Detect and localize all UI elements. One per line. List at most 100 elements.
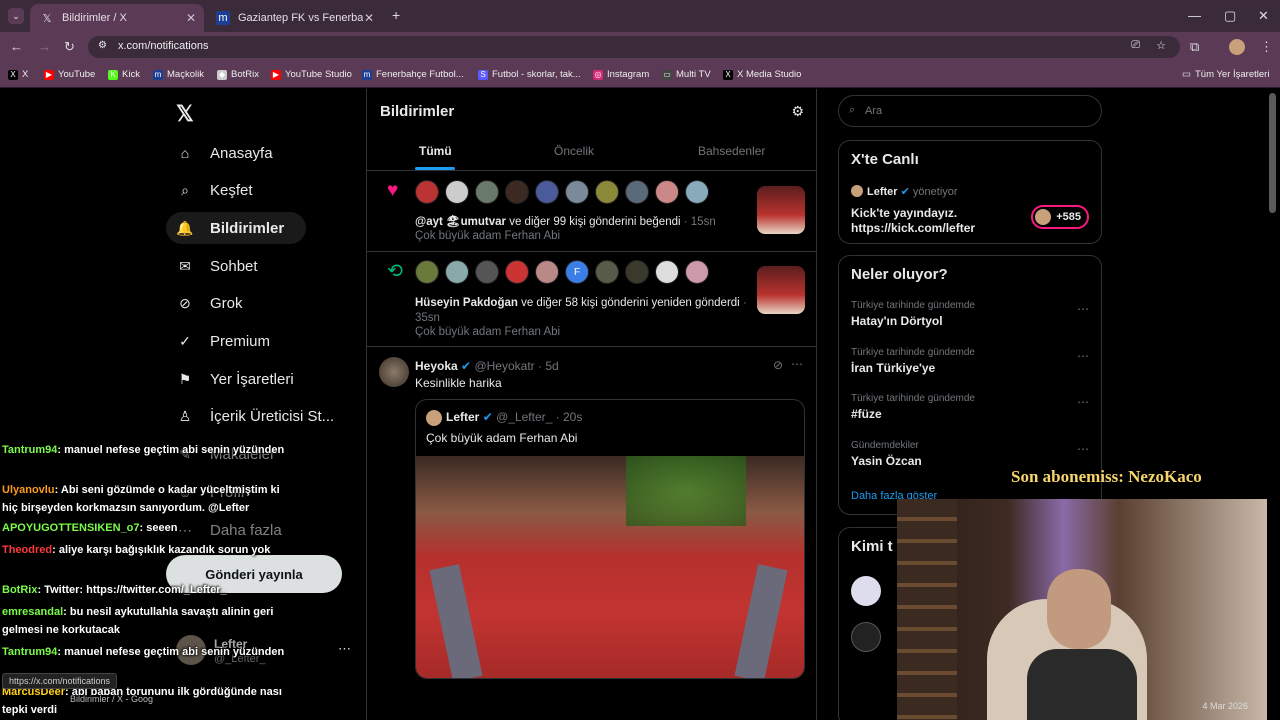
bookmark-item[interactable]: m Maçkolik <box>153 69 204 80</box>
grok-icon[interactable]: ⊘ <box>773 358 783 372</box>
nav-item-1[interactable]: ⌂ Anasayfa <box>166 137 283 169</box>
avatar[interactable] <box>625 180 649 204</box>
taskbar-item[interactable]: Bildirimler / X - Goog <box>70 694 153 704</box>
new-tab-button[interactable]: + <box>392 7 400 23</box>
author-handle[interactable]: @_Lefter_ <box>496 410 552 424</box>
avatar[interactable] <box>851 622 881 652</box>
bookmark-item[interactable]: K Kick <box>108 69 140 80</box>
avatar[interactable] <box>475 260 499 284</box>
star-bookmark-icon[interactable]: ☆ <box>1156 39 1166 52</box>
back-icon[interactable]: ← <box>10 39 23 54</box>
bookmark-item[interactable]: m Fenerbahçe Futbol... <box>362 69 464 80</box>
reload-icon[interactable]: ↻ <box>64 39 75 55</box>
avatar[interactable]: F <box>565 260 589 284</box>
trend-item[interactable]: Türkiye tarihinde gündemde Hatay'ın Dörty… <box>851 300 975 328</box>
avatar[interactable] <box>475 180 499 204</box>
close-tab-icon[interactable]: ✕ <box>364 11 374 25</box>
site-info-icon[interactable]: ⚙ <box>98 40 107 51</box>
forward-icon[interactable]: → <box>38 39 51 54</box>
actor-names[interactable]: Hüseyin Pakdoğan <box>415 297 518 309</box>
quoted-tweet[interactable]: Lefter ✔ @_Lefter_ · 20s Çok büyük adam … <box>415 399 805 679</box>
more-icon[interactable]: ⋯ <box>1077 302 1089 316</box>
search-input[interactable]: ⌕ Ara <box>838 95 1102 127</box>
bookmark-item[interactable]: ▶ YouTube <box>44 69 95 80</box>
avatar[interactable] <box>565 180 589 204</box>
tab-oncelik[interactable]: Öncelik <box>554 144 594 158</box>
avatar[interactable] <box>379 357 409 387</box>
tab-mackolik[interactable]: m Gaziantep FK vs Fenerbahçe, 04 ✕ <box>206 4 382 32</box>
trend-item[interactable]: Gündemdekiler Yasin Özcan <box>851 440 922 468</box>
avatar[interactable] <box>685 180 709 204</box>
avatar[interactable] <box>505 180 529 204</box>
actor-names[interactable]: @ayt 🏖umutvar <box>415 216 506 228</box>
live-line2[interactable]: https://kick.com/lefter <box>851 221 975 235</box>
avatar[interactable] <box>445 180 469 204</box>
cast-icon[interactable]: ⎚ <box>1131 39 1140 52</box>
avatar[interactable] <box>535 180 559 204</box>
tab-bahsedenler[interactable]: Bahsedenler <box>698 144 765 158</box>
nav-item-6[interactable]: ✓ Premium <box>166 326 280 358</box>
trend-item[interactable]: Türkiye tarihinde gündemde İran Türkiye'y… <box>851 347 975 375</box>
avatar[interactable] <box>505 260 529 284</box>
host-name[interactable]: Lefter <box>867 186 898 198</box>
avatar[interactable] <box>595 180 619 204</box>
notification-like[interactable]: ♥ @ayt 🏖umutvar ve diğer 99 kişi gönderi… <box>367 172 817 252</box>
post-thumbnail[interactable] <box>757 186 805 234</box>
avatar[interactable] <box>415 180 439 204</box>
bookmark-item[interactable]: ▶ YouTube Studio <box>271 69 352 80</box>
settings-gear-icon[interactable]: ⚙ <box>791 103 804 120</box>
trend-item[interactable]: Türkiye tarihinde gündemde #füze <box>851 393 975 421</box>
post-thumbnail[interactable] <box>757 266 805 314</box>
tab-bildirimler[interactable]: 𝕏 Bildirimler / X ✕ <box>30 4 204 32</box>
tweet[interactable]: Heyoka ✔ @Heyokatr · 5d ⊘ ⋯ Kesinlikle h… <box>367 347 817 720</box>
page-scrollbar[interactable] <box>1269 93 1276 213</box>
avatar[interactable] <box>851 185 863 197</box>
x-home-logo-icon[interactable]: 𝕏 <box>176 101 194 127</box>
bookmark-item[interactable]: X X Media Studio <box>723 69 801 80</box>
extensions-icon[interactable]: ⧉ <box>1190 39 1199 55</box>
bookmark-item[interactable]: ▭ Multi TV <box>662 69 711 80</box>
menu-kebab-icon[interactable]: ⋮ <box>1260 39 1273 55</box>
avatar[interactable] <box>851 576 881 606</box>
nav-item-2[interactable]: ⌕ Keşfet <box>166 175 263 207</box>
author-handle[interactable]: @Heyokatr <box>474 359 534 373</box>
bookmark-item[interactable]: S Futbol - skorlar, tak... <box>478 69 581 80</box>
url-field[interactable]: ⚙ x.com/notifications ⎚ ☆ <box>88 36 1180 58</box>
bookmark-item[interactable]: ◆ BotRix <box>217 69 259 80</box>
nav-item-7[interactable]: ⚑ Yer İşaretleri <box>166 363 304 395</box>
avatar[interactable] <box>415 260 439 284</box>
more-icon[interactable]: ⋯ <box>791 357 803 371</box>
tab-search-icon[interactable]: ⌄ <box>8 8 24 24</box>
avatar[interactable] <box>655 260 679 284</box>
notification-repost[interactable]: ⟲ F Hüseyin Pakdoğan ve diğer 58 kişi gö… <box>367 252 817 347</box>
author-name[interactable]: Lefter <box>446 410 479 424</box>
avatar[interactable] <box>685 260 709 284</box>
bookmark-item[interactable]: XX <box>8 69 28 80</box>
nav-item-5[interactable]: ⊘ Grok <box>166 288 253 320</box>
avatar[interactable] <box>535 260 559 284</box>
nav-item-4[interactable]: ✉ Sohbet <box>166 250 268 282</box>
profile-avatar-icon[interactable] <box>1229 39 1245 55</box>
all-bookmarks-folder[interactable]: ▭ Tüm Yer İşaretleri <box>1182 69 1269 80</box>
more-icon[interactable]: ⋯ <box>1077 395 1089 409</box>
close-window-icon[interactable]: ✕ <box>1258 8 1269 24</box>
account-menu-icon[interactable]: ⋯ <box>338 641 351 657</box>
live-listener-count[interactable]: +585 <box>1031 205 1089 229</box>
nav-item-8[interactable]: ♙ İçerik Üreticisi St... <box>166 401 344 433</box>
nav-item-3[interactable]: 🔔 Bildirimler <box>166 212 306 245</box>
quote-media-image[interactable] <box>416 456 804 678</box>
avatar[interactable] <box>655 180 679 204</box>
avatar[interactable] <box>445 260 469 284</box>
bookmark-item[interactable]: ◎ Instagram <box>593 69 649 80</box>
live-line1[interactable]: Kick'te yayındayız. <box>851 206 957 220</box>
minimize-icon[interactable]: — <box>1188 8 1201 23</box>
more-icon[interactable]: ⋯ <box>1077 442 1089 456</box>
avatar[interactable] <box>426 410 442 426</box>
close-tab-icon[interactable]: ✕ <box>186 11 196 25</box>
author-name[interactable]: Heyoka <box>415 359 458 373</box>
tab-tumu[interactable]: Tümü <box>419 144 452 158</box>
more-icon[interactable]: ⋯ <box>1077 349 1089 363</box>
maximize-icon[interactable]: ▢ <box>1224 8 1236 24</box>
avatar[interactable] <box>625 260 649 284</box>
avatar[interactable] <box>595 260 619 284</box>
